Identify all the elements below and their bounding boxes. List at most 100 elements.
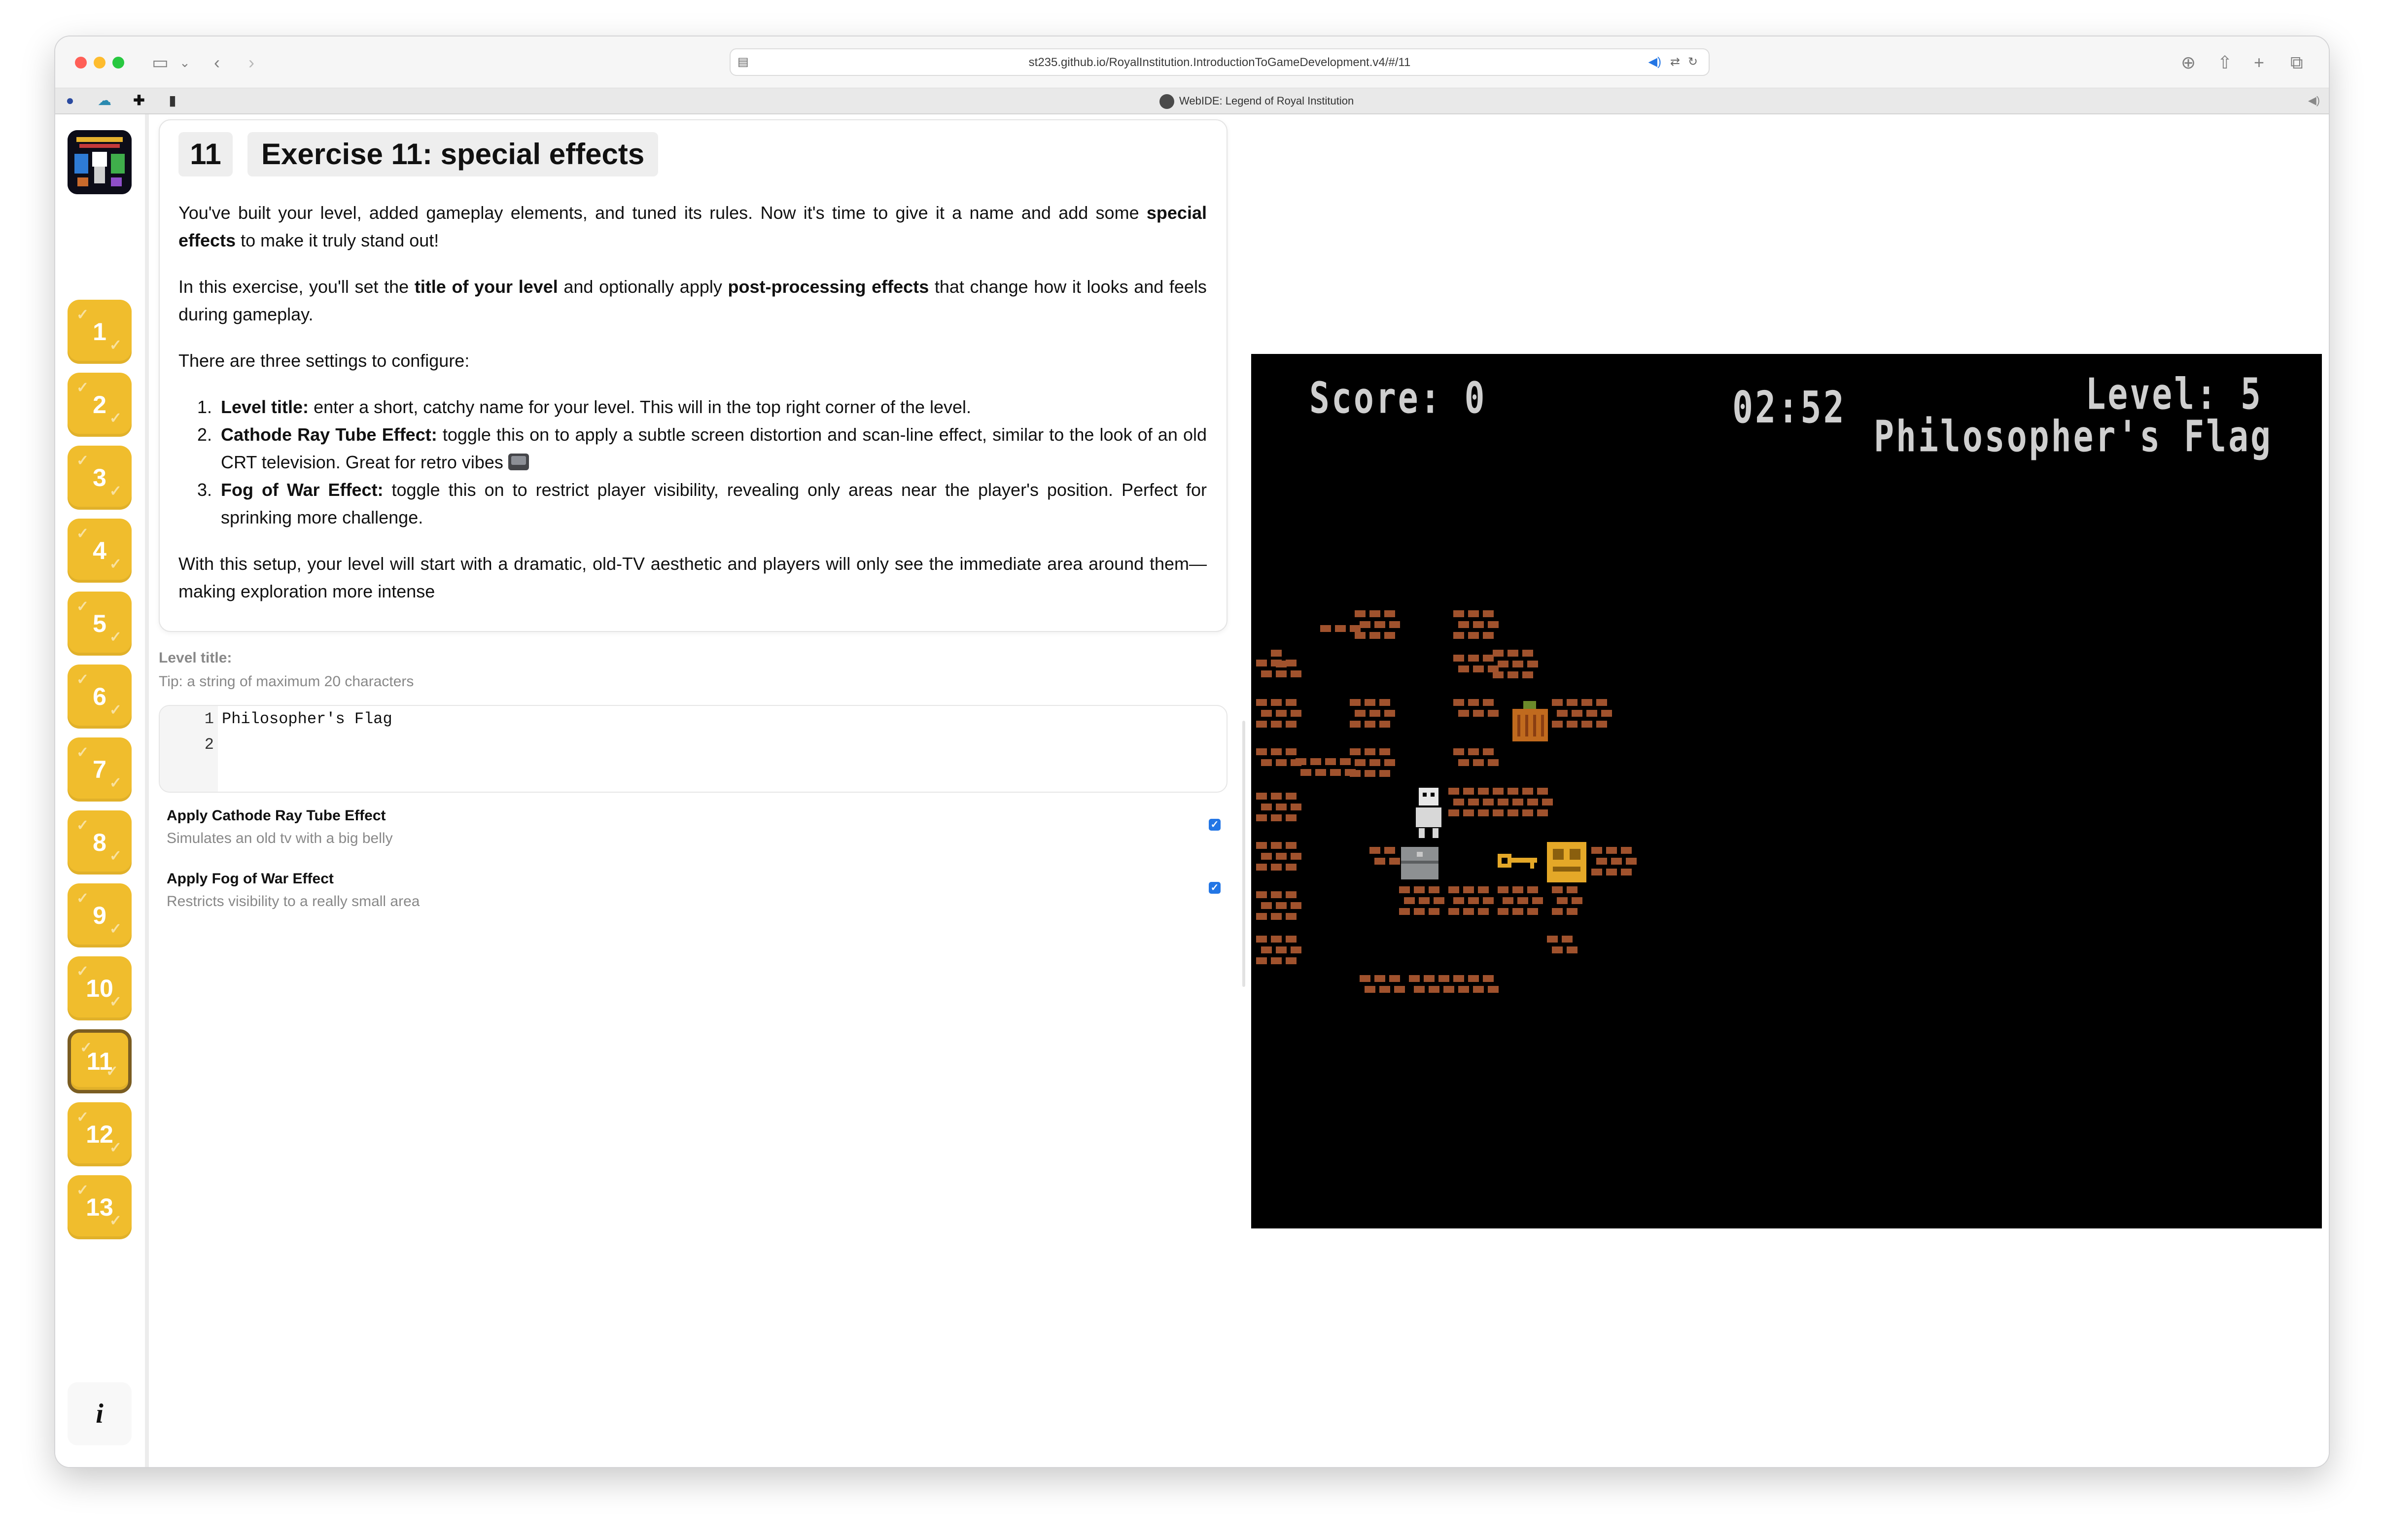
setting-name: Level title: <box>221 397 309 417</box>
exercise-badge-10[interactable]: 10 ✓ ✓ <box>68 956 132 1020</box>
game-logo <box>68 130 132 194</box>
exercise-badge-2[interactable]: 2 ✓ ✓ <box>68 373 132 437</box>
brick-tile <box>1350 721 1361 728</box>
brick-tile <box>1438 975 1449 982</box>
brick-tile <box>1374 621 1385 628</box>
exercise-badge-7[interactable]: 7 ✓ ✓ <box>68 737 132 802</box>
exercise-title: Exercise 11: special effects <box>247 132 659 176</box>
skeleton-eye <box>1423 793 1427 797</box>
zoom-window-button[interactable] <box>112 57 124 69</box>
brick-tile <box>1365 699 1375 706</box>
brick-tile <box>1468 748 1479 755</box>
check-decor-icon: ✓ <box>76 525 89 542</box>
brick-tile <box>1271 913 1282 920</box>
game-canvas[interactable]: Score: 0 02:52 Level: 5 Philosopher's Fl… <box>1251 354 2322 1228</box>
exercise-badge-11[interactable]: 11 ✓ ✓ <box>68 1029 132 1093</box>
brick-tile <box>1271 699 1282 706</box>
brick-tile <box>1360 621 1370 628</box>
code-line[interactable]: Philosopher's Flag <box>222 710 392 728</box>
brick-tile <box>1409 975 1420 982</box>
translate-icon[interactable]: ⇄ <box>1670 55 1680 69</box>
exercise-badge-5[interactable]: 5 ✓ ✓ <box>68 592 132 656</box>
minimize-window-button[interactable] <box>94 57 105 69</box>
new-tab-icon[interactable]: + <box>2254 53 2264 72</box>
brick-tile <box>1468 699 1479 706</box>
check-decor-icon: ✓ <box>76 307 89 323</box>
exercise-card: 11 Exercise 11: special effects You've b… <box>159 119 1227 632</box>
level-title-editor[interactable]: 1 2 Philosopher's Flag <box>159 705 1227 793</box>
brick-tile <box>1379 770 1390 777</box>
brick-tile <box>1453 748 1464 755</box>
brick-tile <box>1488 986 1499 993</box>
mute-tab-icon[interactable]: ◀) <box>2306 93 2322 108</box>
check-decor-icon: ✓ <box>76 1109 89 1125</box>
brick-tile <box>1365 770 1375 777</box>
active-tab[interactable]: WebIDE: Legend of Royal Institution <box>1159 94 1354 109</box>
exercise-badge-12[interactable]: 12 ✓ ✓ <box>68 1102 132 1166</box>
pumpkin-stripe <box>1525 715 1528 736</box>
brick-tile <box>1601 710 1612 717</box>
outro-paragraph: With this setup, your level will start w… <box>178 554 1207 601</box>
brick-tile <box>1271 957 1282 964</box>
treasure-detail <box>1553 849 1564 860</box>
crt-checkbox[interactable]: ✓ <box>1209 819 1221 831</box>
download-icon[interactable]: ⊕ <box>2181 53 2196 72</box>
exercise-badge-1[interactable]: 1 ✓ ✓ <box>68 300 132 364</box>
brick-tile <box>1369 759 1380 766</box>
level-title-tip: Tip: a string of maximum 20 characters <box>159 673 414 690</box>
brick-tile <box>1414 886 1425 893</box>
brick-tile <box>1443 986 1454 993</box>
bookmark-3-icon[interactable]: ✚ <box>131 93 147 108</box>
exercise-badge-6[interactable]: 6 ✓ ✓ <box>68 665 132 729</box>
brick-tile <box>1493 809 1504 816</box>
task-paragraph: In this exercise, you'll set the title o… <box>178 273 1207 328</box>
bookmark-4-icon[interactable]: ▮ <box>165 93 180 108</box>
forward-icon[interactable]: › <box>248 53 254 72</box>
check-decor-icon: ✓ <box>105 1063 118 1080</box>
brick-tile <box>1340 758 1351 765</box>
brick-tile <box>1286 842 1297 849</box>
address-bar[interactable]: ▤ st235.github.io/RoyalInstitution.Intro… <box>730 48 1710 76</box>
exercise-badge-13[interactable]: 13 ✓ ✓ <box>68 1175 132 1239</box>
brick-tile <box>1458 710 1469 717</box>
settings-item: Cathode Ray Tube Effect: toggle this on … <box>217 421 1207 476</box>
brick-tile <box>1335 625 1346 632</box>
tab-title: WebIDE: Legend of Royal Institution <box>1179 94 1354 107</box>
chevron-down-icon[interactable]: ⌄ <box>179 53 190 72</box>
brick-tile <box>1286 793 1297 800</box>
check-decor-icon: ✓ <box>109 1213 122 1229</box>
reload-icon[interactable]: ↻ <box>1688 55 1698 69</box>
sidebar-toggle-icon[interactable]: ▭ <box>152 53 169 72</box>
brick-tile <box>1537 809 1548 816</box>
share-icon[interactable]: ⇧ <box>2217 53 2232 72</box>
task-bold-2: post-processing effects <box>728 277 929 297</box>
brick-tile <box>1493 650 1504 657</box>
brick-tile <box>1463 788 1474 795</box>
brick-tile <box>1379 986 1390 993</box>
brick-tile <box>1379 748 1390 755</box>
brick-tile <box>1286 660 1297 666</box>
golden-treasure <box>1547 842 1586 882</box>
fog-checkbox[interactable]: ✓ <box>1209 882 1221 894</box>
brick-tile <box>1621 869 1632 875</box>
bookmark-2-icon[interactable]: ☁ <box>97 93 112 108</box>
audio-icon[interactable]: ◀) <box>1648 55 1661 69</box>
back-icon[interactable]: ‹ <box>214 53 220 72</box>
brick-tile <box>1389 975 1400 982</box>
bookmark-1-icon[interactable]: ● <box>62 93 78 108</box>
check-decor-icon: ✓ <box>76 963 89 980</box>
exercise-badge-4[interactable]: 4 ✓ ✓ <box>68 519 132 583</box>
grey-chest-band <box>1401 861 1438 864</box>
panel-divider[interactable] <box>1242 721 1245 987</box>
exercise-badge-9[interactable]: 9 ✓ ✓ <box>68 883 132 947</box>
close-window-button[interactable] <box>75 57 87 69</box>
brick-tile <box>1276 710 1287 717</box>
exercise-badge-8[interactable]: 8 ✓ ✓ <box>68 810 132 875</box>
brick-tile <box>1429 908 1439 915</box>
tab-overview-icon[interactable]: ⧉ <box>2290 53 2303 72</box>
brick-tile <box>1468 897 1479 904</box>
brick-tile <box>1508 809 1518 816</box>
brick-tile <box>1350 770 1361 777</box>
info-button[interactable]: i <box>68 1382 132 1445</box>
exercise-badge-3[interactable]: 3 ✓ ✓ <box>68 446 132 510</box>
